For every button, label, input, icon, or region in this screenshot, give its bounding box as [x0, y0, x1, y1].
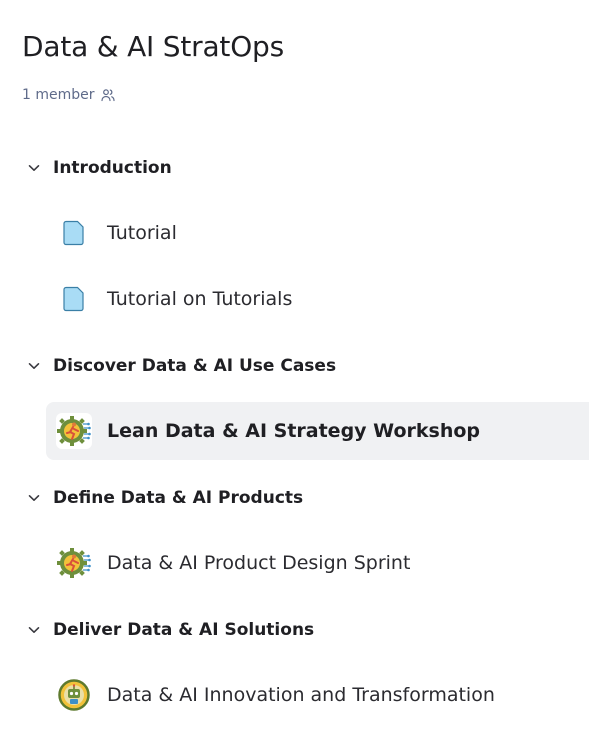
chevron-down-icon[interactable]	[26, 160, 42, 176]
section-label: Define Data & AI Products	[53, 488, 304, 508]
list-item-lean-strategy-workshop[interactable]: Lean Data & AI Strategy Workshop	[46, 402, 589, 460]
members-count: 1 member	[22, 87, 95, 103]
page-title: Data & AI StratOps	[22, 30, 285, 63]
robot-badge-icon	[56, 677, 92, 713]
members-button[interactable]: 1 member	[22, 86, 115, 104]
list-item-product-design-sprint[interactable]: Data & AI Product Design Sprint	[46, 534, 589, 592]
chevron-down-icon[interactable]	[26, 490, 42, 506]
list-item-tutorial-on-tutorials[interactable]: Tutorial on Tutorials	[46, 270, 589, 328]
section-header-deliver[interactable]: Deliver Data & AI Solutions	[26, 618, 314, 642]
list-item-tutorial[interactable]: Tutorial	[46, 204, 589, 262]
section-label: Discover Data & AI Use Cases	[53, 356, 337, 376]
item-label: Tutorial	[107, 222, 177, 244]
people-icon	[100, 88, 115, 102]
document-icon	[56, 215, 92, 251]
chevron-down-icon[interactable]	[26, 358, 42, 374]
item-label: Data & AI Product Design Sprint	[107, 552, 411, 574]
section-header-introduction[interactable]: Introduction	[26, 156, 172, 180]
list-item-innovation-transformation[interactable]: Data & AI Innovation and Transformation	[46, 666, 589, 724]
section-label: Introduction	[53, 158, 172, 178]
section-label: Deliver Data & AI Solutions	[53, 620, 315, 640]
gear-runner-icon	[56, 545, 92, 581]
document-icon	[56, 281, 92, 317]
item-label: Lean Data & AI Strategy Workshop	[107, 420, 480, 442]
item-label: Tutorial on Tutorials	[107, 288, 293, 310]
workspace-page: Data & AI StratOps 1 member Introduction…	[0, 0, 589, 740]
chevron-down-icon[interactable]	[26, 622, 42, 638]
section-header-define[interactable]: Define Data & AI Products	[26, 486, 303, 510]
gear-runner-icon	[56, 413, 92, 449]
item-label: Data & AI Innovation and Transformation	[107, 684, 495, 706]
section-header-discover[interactable]: Discover Data & AI Use Cases	[26, 354, 336, 378]
